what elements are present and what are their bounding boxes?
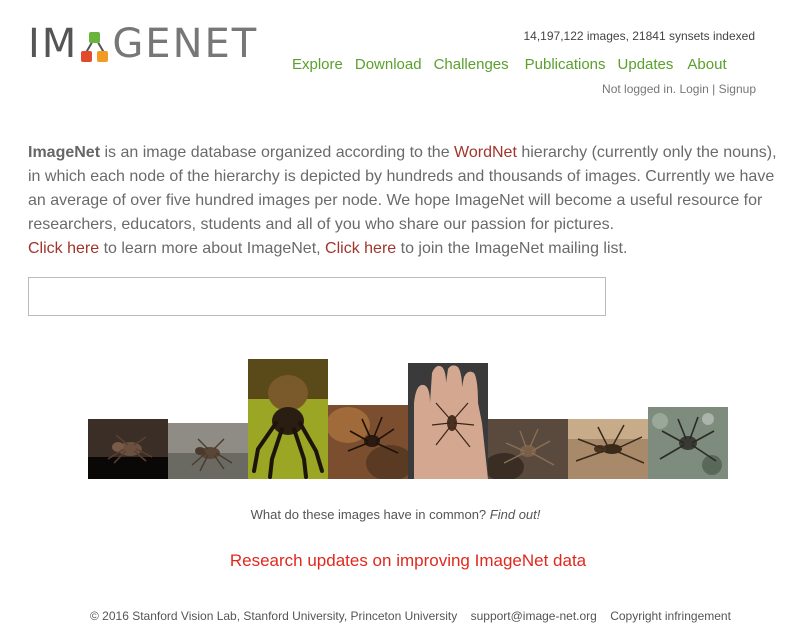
copyright-infringement-link[interactable]: Copyright infringement	[610, 609, 731, 623]
gallery-caption: What do these images have in common? Fin…	[0, 507, 791, 522]
spider-photo-5[interactable]	[408, 363, 488, 479]
intro-text-4: to join the ImageNet mailing list.	[396, 240, 628, 257]
intro-text-1: is an image database organized according…	[100, 144, 455, 161]
imagenet-logo[interactable]: IM GENET	[28, 24, 258, 64]
learn-more-link[interactable]: Click here	[28, 240, 99, 257]
signup-link[interactable]: Signup	[719, 82, 756, 96]
nav-updates[interactable]: Updates	[618, 56, 674, 73]
spider-photo-7[interactable]	[568, 419, 648, 479]
wordnet-link[interactable]: WordNet	[454, 144, 517, 161]
search-input[interactable]	[29, 278, 605, 315]
index-stats: 14,197,122 images, 21841 synsets indexed	[523, 29, 756, 43]
footer: © 2016 Stanford Vision Lab, Stanford Uni…	[90, 609, 741, 623]
nav-challenges[interactable]: Challenges	[434, 56, 509, 73]
intro-text-3: to learn more about ImageNet,	[99, 240, 326, 257]
find-out-link[interactable]: Find out!	[490, 507, 541, 522]
spider-photo-8[interactable]	[648, 407, 728, 479]
spider-photo-4[interactable]	[328, 405, 408, 479]
spider-photo-2[interactable]	[168, 423, 248, 479]
mailing-list-link[interactable]: Click here	[325, 240, 396, 257]
support-email-link[interactable]: support@image-net.org	[471, 609, 597, 623]
gallery-question: What do these images have in common?	[250, 507, 487, 522]
nav-about[interactable]: About	[687, 56, 726, 73]
spider-photo-1[interactable]	[88, 419, 168, 479]
nav-download[interactable]: Download	[355, 56, 422, 73]
search-box	[28, 277, 606, 316]
spider-photo-6[interactable]	[488, 419, 568, 479]
research-updates-link[interactable]: Research updates on improving ImageNet d…	[230, 551, 586, 570]
intro-paragraph: ImageNet is an image database organized …	[28, 141, 783, 261]
research-updates: Research updates on improving ImageNet d…	[0, 551, 791, 571]
nav-explore[interactable]: Explore	[292, 56, 343, 73]
logo-tree-icon	[80, 28, 110, 64]
logo-text-im: IM	[28, 21, 79, 67]
footer-copyright: © 2016 Stanford Vision Lab, Stanford Uni…	[90, 609, 458, 623]
login-separator: |	[712, 82, 716, 96]
intro-brand: ImageNet	[28, 144, 101, 161]
main-nav: Explore Download Challenges Publications…	[292, 56, 739, 73]
nav-publications[interactable]: Publications	[525, 56, 606, 73]
login-link[interactable]: Login	[679, 82, 708, 96]
logo-text-genet: GENET	[112, 21, 259, 67]
login-status: Not logged in.	[602, 82, 677, 96]
spider-photo-3[interactable]	[248, 359, 328, 479]
login-bar: Not logged in. Login | Signup	[602, 82, 756, 96]
